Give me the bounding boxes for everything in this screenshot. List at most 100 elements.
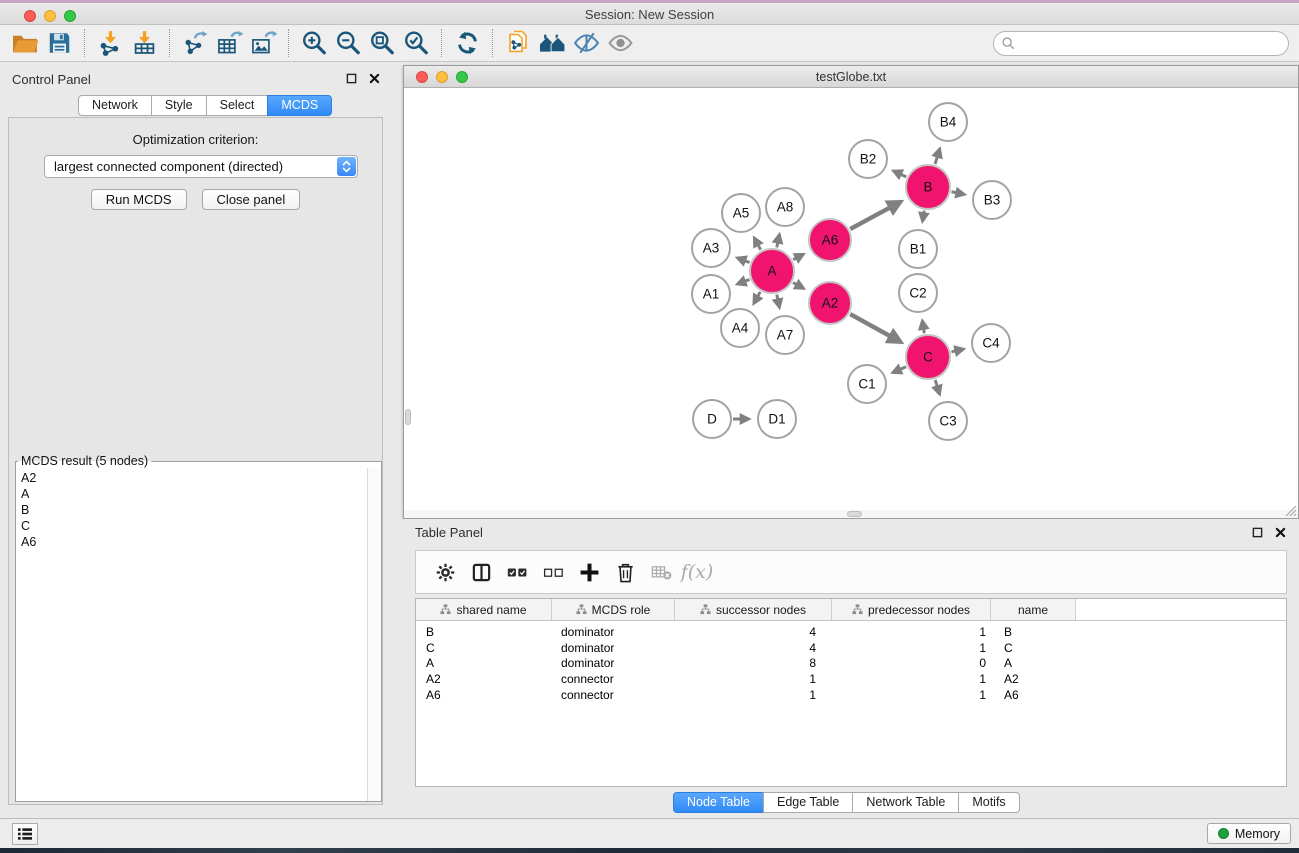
node-B3[interactable]: B3 bbox=[973, 181, 1011, 219]
column-header-mcds-role[interactable]: MCDS role bbox=[552, 599, 675, 620]
home-icon[interactable] bbox=[535, 28, 569, 58]
function-builder[interactable]: f(x) bbox=[682, 557, 712, 587]
edge-A-A5[interactable] bbox=[754, 238, 760, 250]
delete-table-icon[interactable] bbox=[646, 557, 676, 587]
edge-B-B3[interactable] bbox=[952, 192, 965, 195]
node-A1[interactable]: A1 bbox=[692, 275, 730, 313]
export-image-icon[interactable] bbox=[246, 28, 280, 58]
node-B2[interactable]: B2 bbox=[849, 140, 887, 178]
edge-A-A6[interactable] bbox=[793, 254, 803, 260]
table-row[interactable]: Adominator80A bbox=[416, 656, 1286, 672]
result-item[interactable]: B bbox=[16, 502, 367, 518]
table-cell[interactable]: dominator bbox=[552, 656, 675, 670]
node-C4[interactable]: C4 bbox=[972, 324, 1010, 362]
run-mcds-button[interactable]: Run MCDS bbox=[91, 189, 187, 210]
table-row[interactable]: Bdominator41B bbox=[416, 624, 1286, 640]
tab-style[interactable]: Style bbox=[151, 95, 207, 116]
horizontal-scrollbar-thumb[interactable] bbox=[847, 511, 862, 517]
table-cell[interactable]: C bbox=[416, 641, 552, 655]
tab-mcds[interactable]: MCDS bbox=[267, 95, 332, 116]
result-item[interactable]: C bbox=[16, 518, 367, 534]
refresh-icon[interactable] bbox=[450, 28, 484, 58]
edge-C-C2[interactable] bbox=[922, 321, 924, 334]
table-row[interactable]: A6connector11A6 bbox=[416, 687, 1286, 703]
table-cell[interactable]: B bbox=[416, 625, 552, 639]
edge-A6-B[interactable] bbox=[850, 202, 901, 229]
edge-A-A7[interactable] bbox=[777, 295, 780, 308]
search-box[interactable] bbox=[993, 31, 1289, 56]
hide-panels-icon[interactable] bbox=[569, 28, 603, 58]
table-cell[interactable]: 1 bbox=[675, 672, 832, 686]
node-A8[interactable]: A8 bbox=[766, 188, 804, 226]
search-input[interactable] bbox=[1016, 34, 1288, 54]
table-cell[interactable]: A bbox=[416, 656, 552, 670]
table-cell[interactable]: 1 bbox=[832, 641, 991, 655]
delete-column-icon[interactable] bbox=[610, 557, 640, 587]
node-C1[interactable]: C1 bbox=[848, 365, 886, 403]
node-A[interactable]: A bbox=[750, 249, 794, 293]
show-panels-icon[interactable] bbox=[603, 28, 637, 58]
import-network-icon[interactable] bbox=[93, 28, 127, 58]
table-cell[interactable]: 1 bbox=[832, 688, 991, 702]
node-B[interactable]: B bbox=[906, 165, 950, 209]
table-cell[interactable]: 1 bbox=[675, 688, 832, 702]
node-D[interactable]: D bbox=[693, 400, 731, 438]
edge-B-B1[interactable] bbox=[922, 211, 924, 222]
column-header-shared-name[interactable]: shared name bbox=[416, 599, 552, 620]
close-panel-icon[interactable] bbox=[1274, 526, 1287, 539]
tab-node-table[interactable]: Node Table bbox=[673, 792, 764, 813]
edge-C-C3[interactable] bbox=[935, 380, 939, 394]
node-A2[interactable]: A2 bbox=[809, 282, 851, 324]
table-cell[interactable]: 1 bbox=[832, 672, 991, 686]
zoom-fit-icon[interactable] bbox=[365, 28, 399, 58]
memory-button[interactable]: Memory bbox=[1207, 823, 1291, 844]
zoom-selected-icon[interactable] bbox=[399, 28, 433, 58]
edge-C-C1[interactable] bbox=[893, 367, 906, 373]
edge-A-A8[interactable] bbox=[777, 234, 780, 247]
task-history-button[interactable] bbox=[12, 823, 38, 845]
table-row[interactable]: Cdominator41C bbox=[416, 640, 1286, 656]
table-cell[interactable]: A6 bbox=[416, 688, 552, 702]
tab-edge-table[interactable]: Edge Table bbox=[763, 792, 853, 813]
table-cell[interactable]: 4 bbox=[675, 625, 832, 639]
node-B4[interactable]: B4 bbox=[929, 103, 967, 141]
table-cell[interactable]: 0 bbox=[832, 656, 991, 670]
close-panel-button[interactable]: Close panel bbox=[202, 189, 301, 210]
node-D1[interactable]: D1 bbox=[758, 400, 796, 438]
table-cell[interactable]: 1 bbox=[832, 625, 991, 639]
node-A4[interactable]: A4 bbox=[721, 309, 759, 347]
optimization-dropdown[interactable]: largest connected component (directed) bbox=[44, 155, 358, 178]
result-item[interactable]: A bbox=[16, 486, 367, 502]
close-panel-icon[interactable] bbox=[368, 72, 381, 85]
save-icon[interactable] bbox=[42, 28, 76, 58]
deselect-all-icon[interactable] bbox=[538, 557, 568, 587]
table-cell[interactable]: B bbox=[991, 625, 1076, 639]
edge-A-A2[interactable] bbox=[793, 283, 804, 289]
table-cell[interactable]: A bbox=[991, 656, 1076, 670]
column-header-name[interactable]: name bbox=[991, 599, 1076, 620]
float-panel-icon[interactable] bbox=[345, 72, 358, 85]
tab-motifs[interactable]: Motifs bbox=[958, 792, 1019, 813]
import-table-icon[interactable] bbox=[127, 28, 161, 58]
float-panel-icon[interactable] bbox=[1251, 526, 1264, 539]
table-cell[interactable]: connector bbox=[552, 672, 675, 686]
open-folder-icon[interactable] bbox=[8, 28, 42, 58]
table-cell[interactable]: 4 bbox=[675, 641, 832, 655]
resize-grip[interactable] bbox=[1284, 504, 1297, 517]
edge-C-C4[interactable] bbox=[951, 349, 963, 352]
add-column-icon[interactable] bbox=[574, 557, 604, 587]
vertical-scrollbar-thumb[interactable] bbox=[405, 409, 411, 425]
network-window-titlebar[interactable]: testGlobe.txt bbox=[404, 66, 1298, 88]
zoom-in-icon[interactable] bbox=[297, 28, 331, 58]
split-columns-icon[interactable] bbox=[466, 557, 496, 587]
table-row[interactable]: A2connector11A2 bbox=[416, 671, 1286, 687]
node-B1[interactable]: B1 bbox=[899, 230, 937, 268]
edge-A2-C[interactable] bbox=[850, 314, 901, 342]
zoom-out-icon[interactable] bbox=[331, 28, 365, 58]
result-scrollbar[interactable] bbox=[367, 468, 381, 801]
table-cell[interactable]: C bbox=[991, 641, 1076, 655]
result-item[interactable]: A6 bbox=[16, 534, 367, 550]
table-cell[interactable]: dominator bbox=[552, 641, 675, 655]
table-cell[interactable]: A2 bbox=[991, 672, 1076, 686]
column-header-successor-nodes[interactable]: successor nodes bbox=[675, 599, 832, 620]
